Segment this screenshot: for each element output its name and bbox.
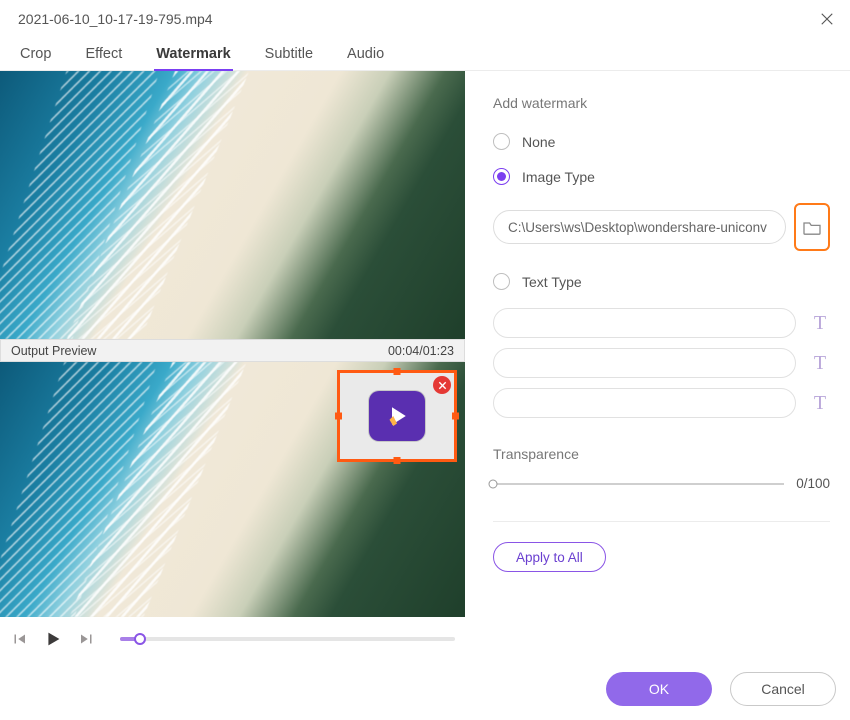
transparence-value: 0/100: [796, 476, 830, 491]
tab-subtitle[interactable]: Subtitle: [263, 40, 315, 70]
text-line-2-input[interactable]: [493, 348, 796, 378]
player-controls: [0, 617, 465, 661]
text-line-1-input[interactable]: [493, 308, 796, 338]
radio-icon: [493, 273, 510, 290]
close-icon[interactable]: [818, 10, 836, 28]
tab-bar: Crop Effect Watermark Subtitle Audio: [0, 36, 850, 70]
next-frame-button[interactable]: [78, 630, 96, 648]
output-preview-bar: Output Preview 00:04/01:23: [0, 339, 465, 362]
transparence-slider[interactable]: [493, 483, 784, 485]
panel-title: Add watermark: [493, 95, 830, 111]
radio-text-type[interactable]: Text Type: [493, 273, 830, 290]
watermark-overlay[interactable]: [337, 370, 457, 462]
radio-text-label: Text Type: [522, 274, 582, 290]
original-preview: [0, 71, 465, 339]
play-button[interactable]: [42, 628, 64, 650]
browse-button[interactable]: [794, 203, 830, 251]
cancel-button[interactable]: Cancel: [730, 672, 836, 706]
folder-icon: [802, 219, 822, 235]
radio-icon: [493, 133, 510, 150]
radio-icon: [493, 168, 510, 185]
tab-audio[interactable]: Audio: [345, 40, 386, 70]
transparence-label: Transparence: [493, 446, 830, 462]
ok-button[interactable]: OK: [606, 672, 712, 706]
output-preview: [0, 362, 465, 617]
radio-image-label: Image Type: [522, 169, 595, 185]
apply-to-all-button[interactable]: Apply to All: [493, 542, 606, 572]
playback-slider[interactable]: [120, 637, 455, 641]
preview-timestamp: 00:04/01:23: [388, 344, 454, 358]
tab-effect[interactable]: Effect: [83, 40, 124, 70]
text-style-2-button[interactable]: T: [810, 352, 830, 375]
watermark-thumbnail[interactable]: [369, 391, 425, 441]
prev-frame-button[interactable]: [10, 630, 28, 648]
text-style-1-button[interactable]: T: [810, 312, 830, 335]
tab-watermark[interactable]: Watermark: [154, 40, 232, 70]
image-path-input[interactable]: C:\Users\ws\Desktop\wondershare-uniconv: [493, 210, 786, 244]
output-preview-label: Output Preview: [11, 344, 96, 358]
window-title: 2021-06-10_10-17-19-795.mp4: [18, 11, 213, 27]
tab-crop[interactable]: Crop: [18, 40, 53, 70]
radio-none[interactable]: None: [493, 133, 830, 150]
text-style-3-button[interactable]: T: [810, 392, 830, 415]
radio-none-label: None: [522, 134, 555, 150]
radio-image-type[interactable]: Image Type: [493, 168, 830, 185]
remove-watermark-icon[interactable]: [433, 376, 451, 394]
text-line-3-input[interactable]: [493, 388, 796, 418]
